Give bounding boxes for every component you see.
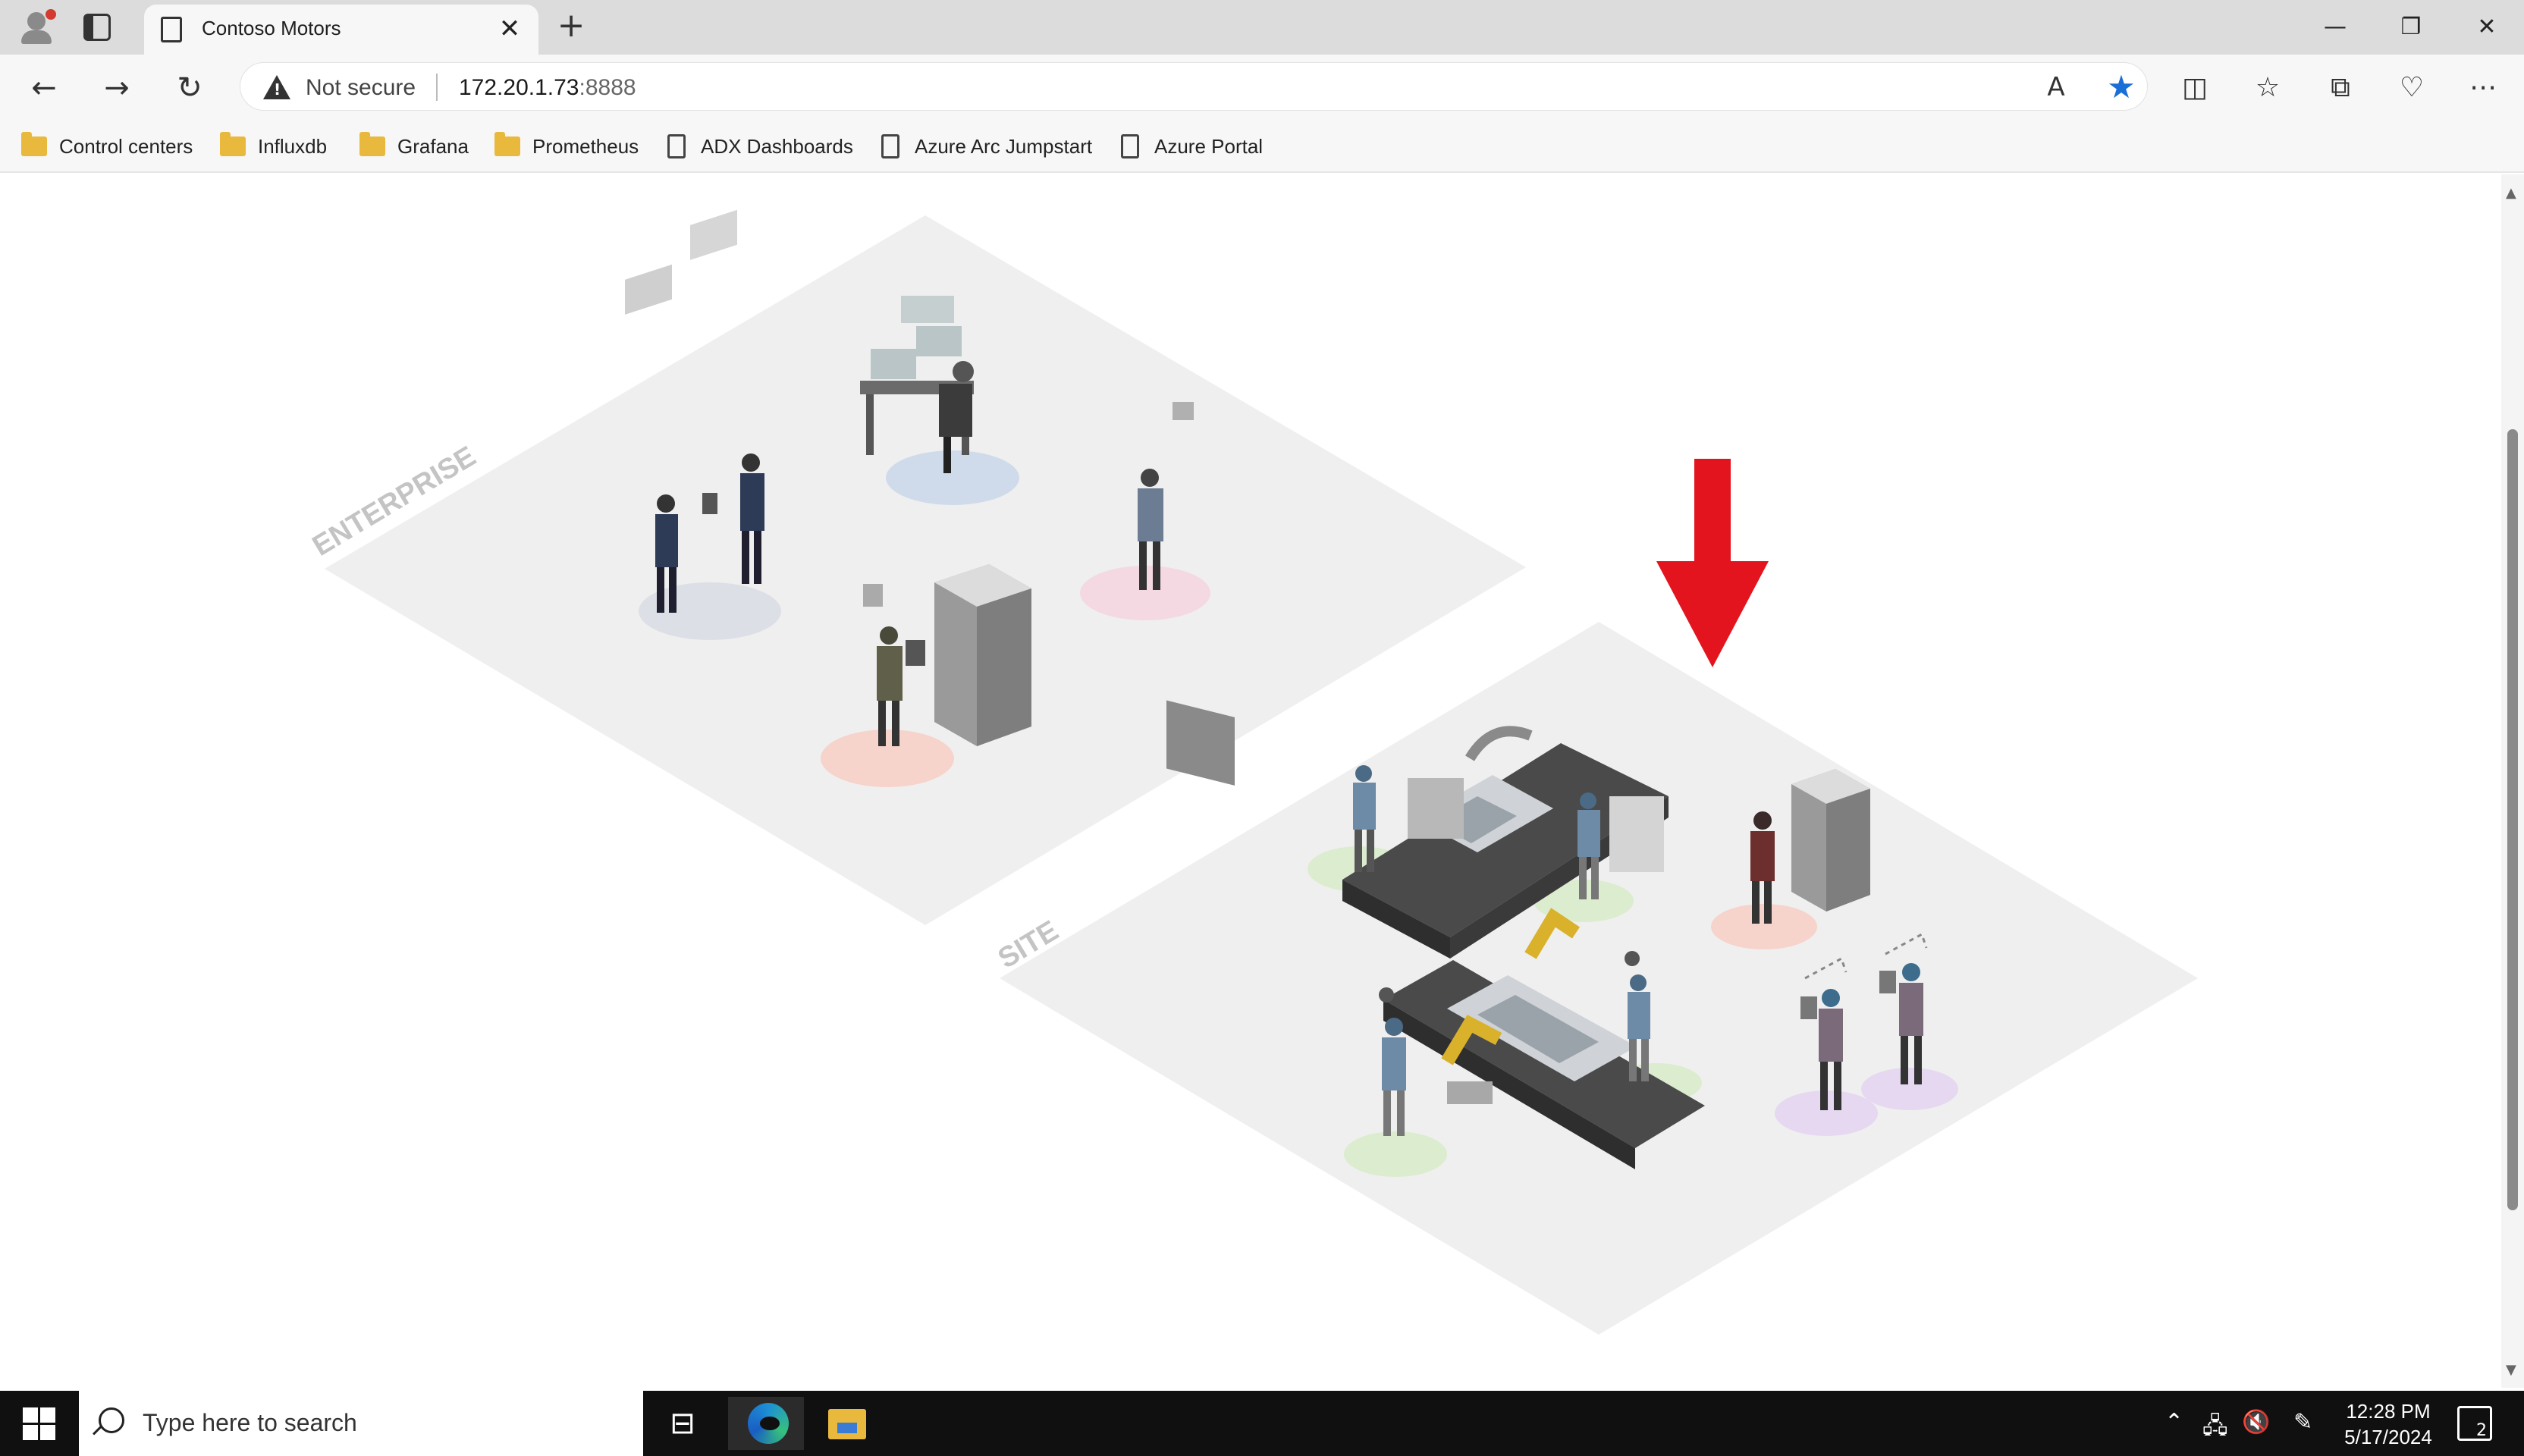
folder-icon	[220, 132, 246, 156]
edge-icon	[748, 1403, 789, 1444]
browser-essentials-icon[interactable]: ♡	[2389, 65, 2435, 111]
scroll-down-icon[interactable]: ▼	[2506, 1362, 2516, 1378]
scroll-up-icon[interactable]: ▲	[2506, 185, 2516, 201]
refresh-button[interactable]: ↻	[167, 65, 212, 111]
clock-date: 5/17/2024	[2344, 1426, 2432, 1448]
taskbar-clock[interactable]: 12:28 PM 5/17/2024	[2339, 1398, 2438, 1450]
profile-icon[interactable]	[17, 8, 58, 47]
page-icon	[881, 134, 899, 158]
bookmark-label: Prometheus	[532, 134, 639, 158]
tab-actions-icon[interactable]	[83, 14, 111, 41]
bookmark-azure-arc-jumpstart[interactable]: Azure Arc Jumpstart	[881, 130, 1092, 162]
edge-taskbar-button[interactable]	[728, 1397, 804, 1450]
taskbar-search-box[interactable]: Type here to search	[79, 1391, 643, 1456]
bookmark-label: Azure Portal	[1154, 134, 1264, 158]
url-port: :8888	[579, 75, 636, 100]
volume-muted-icon[interactable]: 🔇	[2242, 1409, 2270, 1436]
restore-button[interactable]: ❐	[2384, 8, 2438, 47]
bookmark-label: Influxdb	[258, 134, 328, 158]
page-icon	[667, 134, 686, 158]
red-arrow-indicator	[1656, 459, 1769, 667]
task-view-icon[interactable]: ⊟	[645, 1397, 720, 1450]
isometric-scene: ENTERPRISE SITE	[307, 209, 2198, 1335]
more-menu-icon[interactable]: ⋯	[2460, 65, 2506, 111]
bookmark-azure-portal[interactable]: Azure Portal	[1121, 130, 1263, 162]
bookmark-adx-dashboards[interactable]: ADX Dashboards	[667, 130, 853, 162]
warning-icon[interactable]	[263, 75, 290, 99]
scrollbar-thumb[interactable]	[2507, 429, 2518, 1210]
tab-title: Contoso Motors	[202, 17, 341, 39]
folder-icon	[494, 132, 520, 156]
collections-icon[interactable]: ⧉	[2318, 65, 2363, 111]
bookmark-prometheus[interactable]: Prometheus	[494, 130, 639, 162]
folder-icon	[21, 132, 47, 156]
file-explorer-icon	[828, 1409, 866, 1439]
favorites-icon[interactable]: ☆	[2245, 65, 2290, 111]
split-screen-icon[interactable]: ◫	[2172, 65, 2218, 111]
address-bar[interactable]: Not secure 172.20.1.73:8888 A ★	[240, 62, 2148, 111]
chevron-up-icon[interactable]: ⌃	[2165, 1409, 2183, 1436]
clock-time: 12:28 PM	[2346, 1400, 2431, 1423]
forward-button[interactable]: →	[94, 65, 140, 111]
back-button[interactable]: ←	[21, 65, 67, 111]
bookmark-label: Grafana	[397, 134, 469, 158]
close-window-button[interactable]: ✕	[2460, 8, 2513, 47]
search-icon	[99, 1407, 124, 1433]
page-icon	[161, 17, 182, 42]
folder-icon	[359, 132, 385, 156]
favorite-star-icon[interactable]: ★	[2105, 71, 2138, 104]
pen-icon[interactable]: ✎	[2293, 1409, 2312, 1436]
file-explorer-taskbar-button[interactable]	[808, 1397, 884, 1450]
url-text[interactable]: 172.20.1.73:8888	[459, 75, 636, 101]
page-icon	[1121, 134, 1139, 158]
vertical-scrollbar[interactable]: ▲ ▼	[2501, 174, 2524, 1388]
url-host: 172.20.1.73	[459, 75, 579, 100]
bookmark-control-centers[interactable]: Control centers	[21, 130, 193, 162]
bookmark-grafana[interactable]: Grafana	[359, 130, 469, 162]
red-arrow-head	[1656, 561, 1769, 667]
network-icon[interactable]: 🖧	[2202, 1409, 2227, 1448]
read-aloud-icon[interactable]: A	[2039, 71, 2073, 104]
minimize-button[interactable]: —	[2309, 8, 2362, 47]
bookmark-influxdb[interactable]: Influxdb	[220, 130, 327, 162]
close-tab-button[interactable]: ✕	[493, 12, 526, 46]
search-placeholder: Type here to search	[143, 1409, 357, 1436]
security-label[interactable]: Not secure	[306, 75, 416, 101]
browser-tab[interactable]: Contoso Motors ✕	[144, 5, 538, 55]
windows-start-icon[interactable]	[23, 1407, 56, 1441]
title-bar: Contoso Motors ✕ + — ❐ ✕	[0, 0, 2524, 55]
bookmarks-bar: Control centers Influxdb Grafana Prometh…	[0, 120, 2524, 173]
browser-toolbar: ← → ↻ Not secure 172.20.1.73:8888 A ★ ◫ …	[0, 55, 2524, 120]
notification-center-icon[interactable]: 2	[2457, 1406, 2492, 1441]
page-content: ENTERPRISE SITE	[6, 174, 2507, 1388]
bookmark-label: Azure Arc Jumpstart	[915, 134, 1093, 158]
new-tab-button[interactable]: +	[554, 9, 589, 46]
address-separator	[436, 74, 438, 101]
windows-taskbar: Type here to search ⊟ ⌃ 🖧 🔇 ✎ 12:28 PM 5…	[0, 1391, 2524, 1456]
bookmark-label: ADX Dashboards	[701, 134, 853, 158]
bookmark-label: Control centers	[59, 134, 193, 158]
